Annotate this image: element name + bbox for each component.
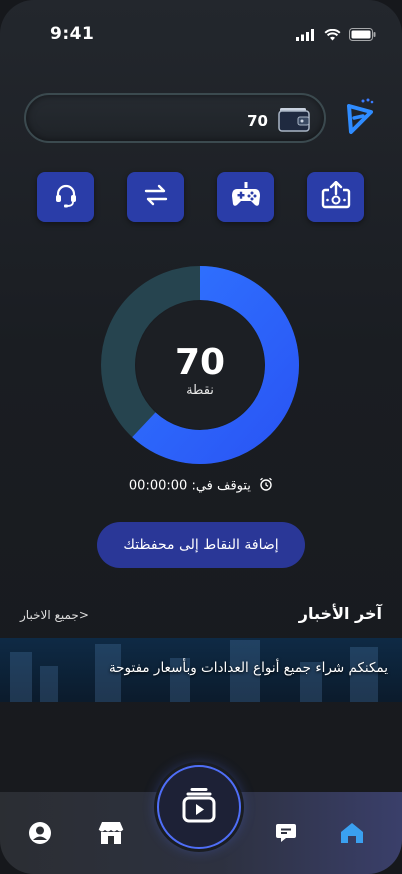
news-banner-text: يمكنكم شراء جميع أنواع العدادات وبأسعار …: [108, 660, 388, 676]
wifi-icon: [324, 26, 341, 45]
all-news-link[interactable]: <جميع الاخبار: [20, 608, 89, 622]
center-play-button[interactable]: [157, 765, 241, 849]
points-unit: نقطة: [186, 383, 214, 398]
points-value: 70: [174, 342, 226, 383]
timer: يتوقف في: 00:00:00: [0, 477, 402, 495]
upload-button[interactable]: [307, 172, 364, 222]
wallet-balance[interactable]: 70: [24, 93, 326, 143]
timer-value: 00:00:00: [128, 478, 188, 494]
headset-icon: [53, 182, 79, 212]
transfer-arrows-icon: [143, 183, 169, 211]
news-banner[interactable]: يمكنكم شراء جميع أنواع العدادات وبأسعار …: [0, 638, 402, 702]
chat-icon[interactable]: [273, 820, 299, 846]
gamepad-icon: [231, 182, 261, 212]
wallet-icon: [278, 106, 310, 136]
center-play-icon: [179, 785, 219, 829]
banner-building: [40, 666, 58, 702]
home-icon[interactable]: [339, 820, 365, 846]
battery-icon: [349, 26, 376, 45]
app-screen: 9:41 70 70 نقطة يتوقف في: 00:00:00 إضافة…: [0, 0, 402, 874]
status-time: 9:41: [50, 24, 95, 44]
signal-icon: [296, 26, 316, 45]
games-button[interactable]: [217, 172, 274, 222]
status-icons: [296, 26, 376, 45]
transfer-button[interactable]: [127, 172, 184, 222]
banner-building: [10, 652, 32, 702]
timer-label: يتوقف في:: [191, 478, 251, 494]
app-logo-icon: [345, 98, 375, 138]
add-points-button[interactable]: إضافة النقاط إلى محفظتك: [97, 522, 305, 568]
alarm-clock-icon: [259, 477, 273, 495]
news-section-title: آخر الأخبار: [298, 604, 382, 623]
store-icon[interactable]: [96, 820, 126, 846]
support-button[interactable]: [37, 172, 94, 222]
profile-icon[interactable]: [27, 820, 53, 846]
upload-box-icon: [321, 180, 351, 213]
points-ring: 70 نقطة: [100, 265, 300, 465]
wallet-amount: 70: [247, 112, 268, 130]
points-display: 70 نقطة: [100, 342, 300, 399]
